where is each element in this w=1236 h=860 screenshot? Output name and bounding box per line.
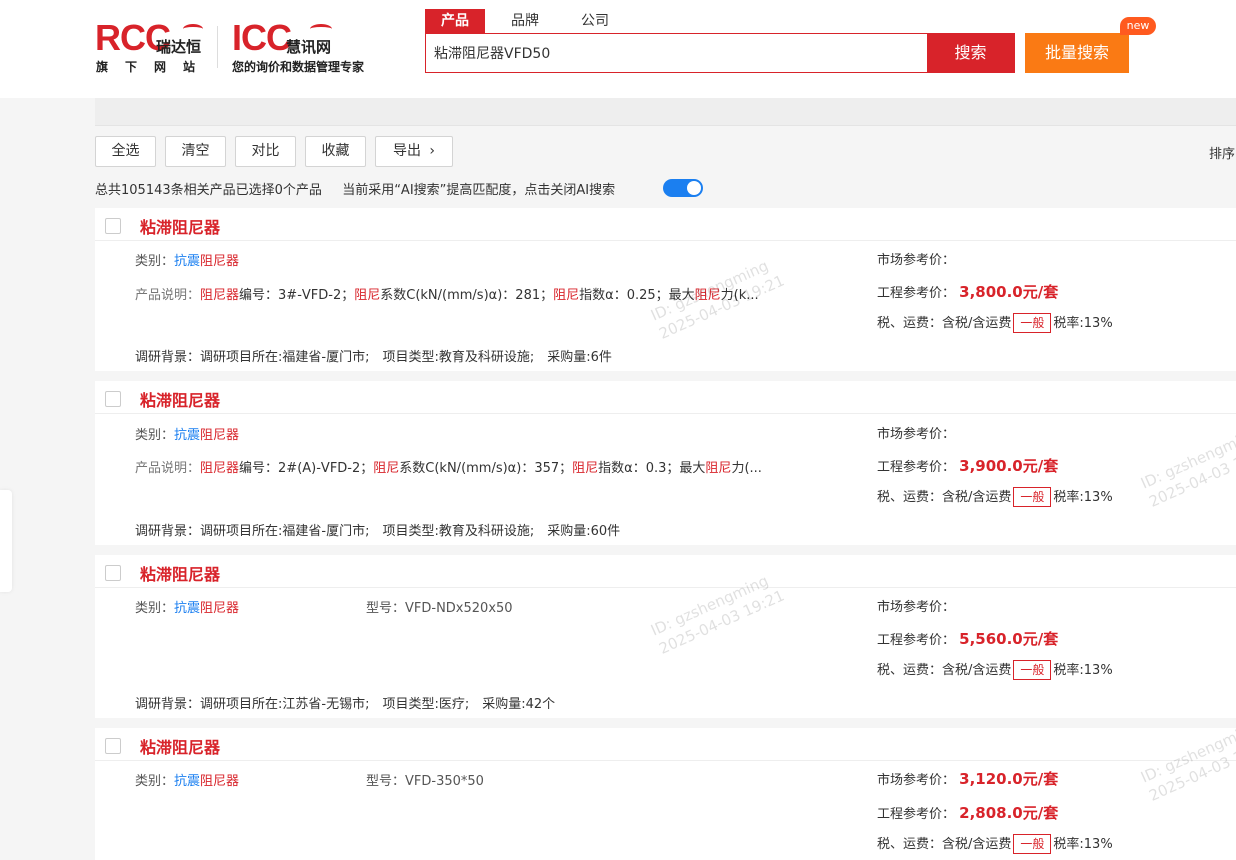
filter-strip [95,98,1236,126]
research-background: 调研背景：调研项目所在:福建省-厦门市; 项目类型:教育及科研设施; 采购量:6… [135,524,621,539]
market-price-row: 市场参考价： 3,120.0元/套 [877,770,1059,788]
category-link[interactable]: 抗震 [174,254,200,269]
icc-logo-cn: 慧讯网 [286,38,332,56]
tax-row: 税、运费：含税/含运费 一般 税率:13% [877,833,1113,854]
market-price: 3,120.0元/套 [959,770,1059,788]
product-title[interactable]: 粘滞阻尼器 [140,214,220,238]
clear-button[interactable]: 清空 [165,136,226,167]
logo-divider [217,26,218,68]
category-row: 类别：抗震阻尼器 [135,254,240,269]
export-button[interactable]: 导出 › [375,136,453,167]
market-price-row: 市场参考价： [877,253,956,268]
engineering-price-row: 工程参考价： 5,560.0元/套 [877,630,1059,648]
result-count: 总共105143条相关产品已选择0个产品 [95,183,322,198]
favorite-button[interactable]: 收藏 [305,136,366,167]
tax-row: 税、运费：含税/含运费 一般 税率:13% [877,486,1113,507]
side-float-panel[interactable] [0,490,12,592]
batch-search-button[interactable]: 批量搜索 [1025,33,1129,73]
card-header: 粘滞阻尼器 [95,208,1236,241]
tax-row: 税、运费：含税/含运费 一般 税率:13% [877,659,1113,680]
category-row: 类别：抗震阻尼器 [135,774,240,789]
new-badge: new [1120,17,1156,35]
tab-brand[interactable]: 品牌 [505,9,545,33]
search-button[interactable]: 搜索 [927,34,1014,72]
chevron-right-icon: › [429,143,436,159]
select-all-button[interactable]: 全选 [95,136,156,167]
toggle-knob [687,181,701,195]
icc-logo[interactable]: ICC 慧讯网 您的询价和数据管理专家 [232,17,402,75]
sort-label[interactable]: 排序 [1209,143,1235,162]
category-link[interactable]: 抗震 [174,428,200,443]
engineering-price: 2,808.0元/套 [959,804,1059,822]
card-header: 粘滞阻尼器 [95,555,1236,588]
export-label: 导出 [392,143,421,159]
engineering-price: 3,800.0元/套 [959,283,1059,301]
engineering-price-row: 工程参考价： 3,800.0元/套 [877,283,1059,301]
research-background: 调研背景：调研项目所在:福建省-厦门市; 项目类型:教育及科研设施; 采购量:6… [135,350,612,365]
engineering-price: 5,560.0元/套 [959,630,1059,648]
market-price-row: 市场参考价： [877,600,956,615]
description-row: 产品说明：阻尼器编号：2#(A)-VFD-2；阻尼系数C(kN/(mm/s)α)… [135,461,762,476]
product-checkbox[interactable] [105,738,121,754]
research-background: 调研背景：调研项目所在:江苏省-无锡市; 项目类型:医疗; 采购量:42个 [135,697,556,712]
grade-tag: 一般 [1013,660,1052,680]
icc-logo-mark: ICC [232,17,292,58]
icc-logo-sub: 您的询价和数据管理专家 [232,60,365,74]
grade-tag: 一般 [1013,313,1052,333]
card-header: 粘滞阻尼器 [95,728,1236,761]
rcc-logo-sub: 旗下网站 [96,60,213,74]
engineering-price-row: 工程参考价： 2,808.0元/套 [877,804,1059,822]
rcc-logo-cn: 瑞达恒 [156,38,202,56]
product-card: 粘滞阻尼器 类别：抗震阻尼器 产品说明：阻尼器编号：3#-VFD-2；阻尼系数C… [95,208,1236,371]
product-card: 粘滞阻尼器 类别：抗震阻尼器 型号：VFD-350*50 市场参考价： 3,12… [95,719,1236,860]
category-link[interactable]: 抗震 [174,601,200,616]
rcc-swoosh-icon [183,24,203,34]
model-row: 型号：VFD-NDx520x50 [366,601,513,616]
product-checkbox[interactable] [105,218,121,234]
category-link[interactable]: 抗震 [174,774,200,789]
market-price-row: 市场参考价： [877,427,956,442]
category-row: 类别：抗震阻尼器 [135,601,240,616]
product-title[interactable]: 粘滞阻尼器 [140,561,220,585]
tax-row: 税、运费：含税/含运费 一般 税率:13% [877,312,1113,333]
category-row: 类别：抗震阻尼器 [135,428,240,443]
product-card: 粘滞阻尼器 类别：抗震阻尼器 产品说明：阻尼器编号：2#(A)-VFD-2；阻尼… [95,381,1236,545]
tab-product[interactable]: 产品 [425,9,485,33]
search-input[interactable] [434,34,924,72]
product-checkbox[interactable] [105,565,121,581]
header: RCC 瑞达恒 旗下网站 ICC 慧讯网 您的询价和数据管理专家 产品 品牌 公… [0,0,1236,98]
compare-button[interactable]: 对比 [235,136,296,167]
description-row: 产品说明：阻尼器编号：3#-VFD-2；阻尼系数C(kN/(mm/s)α)：28… [135,288,759,303]
product-card: 粘滞阻尼器 类别：抗震阻尼器 型号：VFD-NDx520x50 调研背景：调研项… [95,555,1236,718]
card-header: 粘滞阻尼器 [95,381,1236,414]
engineering-price-row: 工程参考价： 3,900.0元/套 [877,457,1059,475]
rcc-logo[interactable]: RCC 瑞达恒 旗下网站 [95,18,205,74]
product-checkbox[interactable] [105,391,121,407]
search-box: 搜索 [425,33,1015,73]
result-summary: 总共105143条相关产品已选择0个产品 当前采用“AI搜索”提高匹配度，点击关… [95,179,615,198]
icc-swoosh-icon [310,24,332,34]
grade-tag: 一般 [1013,834,1052,854]
product-title[interactable]: 粘滞阻尼器 [140,387,220,411]
product-title[interactable]: 粘滞阻尼器 [140,734,220,758]
ai-search-text: 当前采用“AI搜索”提高匹配度，点击关闭AI搜索 [342,183,616,198]
engineering-price: 3,900.0元/套 [959,457,1059,475]
model-row: 型号：VFD-350*50 [366,774,484,789]
ai-search-toggle[interactable] [663,179,703,197]
tab-company[interactable]: 公司 [575,9,615,33]
grade-tag: 一般 [1013,487,1052,507]
watermark: ID: gzshengming 2025-04-03 19:21 [1138,424,1236,511]
